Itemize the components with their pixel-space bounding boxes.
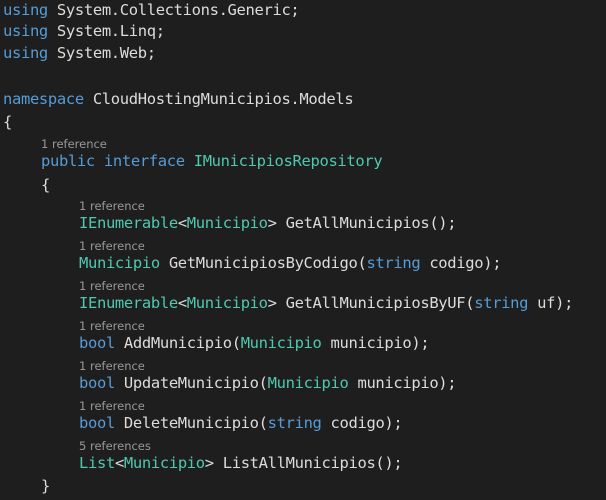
parameter: municipio);: [321, 334, 430, 352]
codelens-references[interactable]: 1 reference: [79, 279, 145, 293]
namespace-ref: System.Collections.Generic;: [47, 1, 300, 19]
code-line-using-1[interactable]: using System.Collections.Generic;: [3, 0, 300, 20]
punctuation: <: [114, 454, 124, 472]
code-line-interface[interactable]: public interface IMunicipiosRepository: [41, 151, 383, 171]
namespace-name: CloudHostingMunicipios.Models: [83, 90, 354, 108]
codelens-references[interactable]: 1 reference: [79, 319, 145, 333]
type-list: List: [79, 454, 115, 472]
type-ienumerable: IEnumerable: [79, 214, 178, 232]
code-line-member-getall[interactable]: IEnumerable<Municipio> GetAllMunicipios(…: [79, 213, 457, 233]
code-line-member-listall[interactable]: List<Municipio> ListAllMunicipios();: [79, 453, 403, 473]
method-signature: > GetAllMunicipios();: [267, 214, 457, 232]
method-signature: AddMunicipio(: [114, 334, 241, 352]
code-line-member-byuf[interactable]: IEnumerable<Municipio> GetAllMunicipiosB…: [79, 293, 573, 313]
code-line-using-3[interactable]: using System.Web;: [3, 43, 156, 63]
code-line-using-2[interactable]: using System.Linq;: [3, 21, 165, 41]
code-line-namespace[interactable]: namespace CloudHostingMunicipios.Models: [3, 89, 354, 109]
punctuation: <: [177, 214, 187, 232]
code-line-member-bycodigo[interactable]: Municipio GetMunicipiosByCodigo(string c…: [79, 253, 502, 273]
keyword-using: using: [3, 44, 48, 62]
method-signature: > ListAllMunicipios();: [204, 454, 403, 472]
code-line-brace-open[interactable]: {: [3, 112, 12, 132]
codelens-references[interactable]: 1 reference: [79, 199, 145, 213]
method-signature: DeleteMunicipio(: [114, 414, 268, 432]
parameter: uf);: [528, 294, 574, 312]
keyword-bool: bool: [79, 374, 115, 392]
brace-open: {: [41, 176, 50, 194]
type-municipio: Municipio: [123, 454, 205, 472]
brace-open: {: [3, 113, 12, 131]
type-municipio: Municipio: [79, 254, 160, 272]
interface-name: IMunicipiosRepository: [184, 152, 383, 170]
keyword-string: string: [366, 254, 421, 272]
codelens-references[interactable]: 1 reference: [41, 137, 107, 151]
code-line-brace-close-inner[interactable]: }: [41, 476, 50, 496]
parameter: codigo);: [420, 254, 502, 272]
punctuation: <: [177, 294, 187, 312]
code-line-brace-open-inner[interactable]: {: [41, 175, 50, 195]
codelens-references[interactable]: 5 references: [79, 439, 151, 453]
method-signature: > GetAllMunicipiosByUF(: [267, 294, 475, 312]
namespace-ref: System.Web;: [47, 44, 156, 62]
code-editor[interactable]: using System.Collections.Generic; using …: [0, 0, 606, 500]
type-municipio: Municipio: [186, 214, 268, 232]
type-municipio: Municipio: [186, 294, 268, 312]
keyword-namespace: namespace: [3, 90, 84, 108]
keyword-string: string: [267, 414, 322, 432]
keyword-bool: bool: [79, 414, 115, 432]
method-signature: UpdateMunicipio(: [114, 374, 268, 392]
codelens-references[interactable]: 1 reference: [79, 359, 145, 373]
codelens-references[interactable]: 1 reference: [79, 399, 145, 413]
parameter: codigo);: [321, 414, 403, 432]
keyword-interface: interface: [94, 152, 185, 170]
method-signature: GetMunicipiosByCodigo(: [159, 254, 367, 272]
type-municipio: Municipio: [267, 374, 349, 392]
code-line-member-add[interactable]: bool AddMunicipio(Municipio municipio);: [79, 333, 430, 353]
type-municipio: Municipio: [240, 334, 322, 352]
code-line-member-update[interactable]: bool UpdateMunicipio(Municipio municipio…: [79, 373, 457, 393]
type-ienumerable: IEnumerable: [79, 294, 178, 312]
keyword-using: using: [3, 22, 48, 40]
brace-close: }: [41, 477, 50, 495]
namespace-ref: System.Linq;: [47, 22, 165, 40]
code-line-member-delete[interactable]: bool DeleteMunicipio(string codigo);: [79, 413, 403, 433]
parameter: municipio);: [348, 374, 457, 392]
keyword-string: string: [474, 294, 529, 312]
keyword-bool: bool: [79, 334, 115, 352]
keyword-using: using: [3, 1, 48, 19]
codelens-references[interactable]: 1 reference: [79, 239, 145, 253]
keyword-public: public: [41, 152, 95, 170]
